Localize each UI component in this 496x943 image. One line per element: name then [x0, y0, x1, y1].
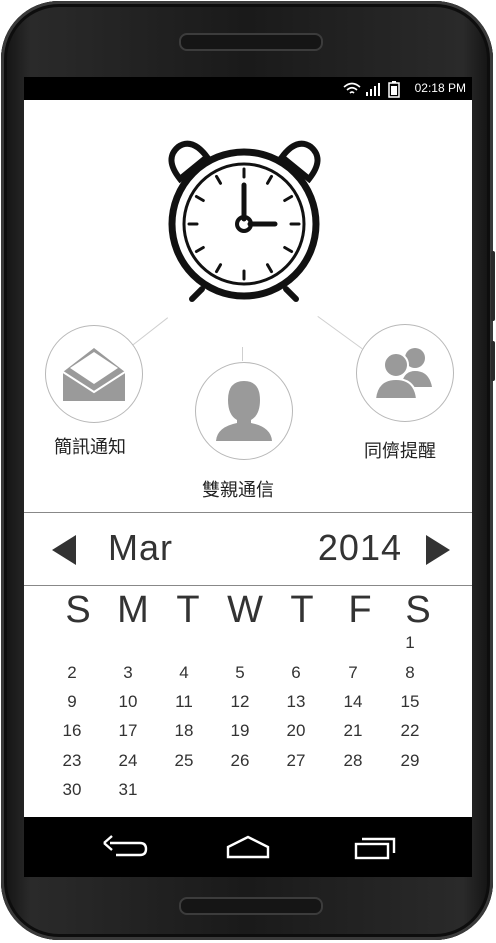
calendar-day[interactable]: 28: [333, 751, 373, 771]
weekday-sun: S: [65, 589, 91, 631]
calendar-day[interactable]: 20: [276, 721, 316, 741]
peer-reminder-label: 同儕提醒: [364, 441, 436, 462]
back-icon[interactable]: [102, 833, 148, 861]
weekday-wed: W: [227, 589, 263, 631]
calendar-day[interactable]: 29: [390, 751, 430, 771]
calendar-day[interactable]: 4: [164, 663, 204, 683]
calendar-day[interactable]: 7: [333, 663, 373, 683]
status-bar: 02:18 PM: [24, 77, 472, 100]
bottom-speaker: [179, 897, 323, 915]
power-button[interactable]: [491, 341, 495, 381]
calendar-day[interactable]: 27: [276, 751, 316, 771]
weekday-sat: S: [405, 589, 431, 631]
calendar-day[interactable]: 23: [52, 751, 92, 771]
battery-icon: [388, 81, 400, 98]
sms-notify-button[interactable]: [45, 325, 143, 423]
calendar-day[interactable]: 12: [220, 692, 260, 712]
home-icon[interactable]: [225, 833, 271, 861]
status-time: 02:18 PM: [414, 81, 466, 95]
weekday-tue: T: [176, 589, 200, 631]
calendar-day[interactable]: 6: [276, 663, 316, 683]
weekday-mon: M: [117, 589, 149, 631]
screen: 02:18 PM 簡訊通知 雙親通信 同儕提醒 Mar 2014 S M T W…: [24, 77, 472, 877]
volume-button[interactable]: [491, 251, 495, 321]
calendar-day[interactable]: 1: [390, 633, 430, 653]
navigation-bar: [24, 817, 472, 877]
calendar-day[interactable]: 19: [220, 721, 260, 741]
calendar-day[interactable]: 11: [164, 692, 204, 712]
connector-line: [317, 316, 363, 350]
calendar-day[interactable]: 2: [52, 663, 92, 683]
alarm-clock-icon: [168, 140, 321, 302]
calendar-header: Mar 2014: [24, 512, 472, 586]
calendar-month: Mar: [108, 527, 173, 568]
calendar-day[interactable]: 8: [390, 663, 430, 683]
weekday-row: S M T W T F S: [24, 585, 472, 635]
calendar-day[interactable]: 21: [333, 721, 373, 741]
calendar-day[interactable]: 14: [333, 692, 373, 712]
calendar-day[interactable]: 26: [220, 751, 260, 771]
calendar-day[interactable]: 10: [108, 692, 148, 712]
top-speaker: [179, 33, 323, 51]
weekday-thu: T: [290, 589, 314, 631]
recent-apps-icon[interactable]: [352, 833, 398, 861]
person-icon: [216, 381, 272, 441]
envelope-icon: [62, 348, 126, 401]
calendar-day[interactable]: 30: [52, 780, 92, 800]
calendar-day[interactable]: 18: [164, 721, 204, 741]
calendar-day[interactable]: 31: [108, 780, 148, 800]
sms-notify-label: 簡訊通知: [54, 437, 126, 458]
group-icon: [373, 348, 432, 400]
calendar-day[interactable]: 24: [108, 751, 148, 771]
calendar-day[interactable]: 16: [52, 721, 92, 741]
calendar-day[interactable]: 13: [276, 692, 316, 712]
calendar-day[interactable]: 25: [164, 751, 204, 771]
status-icons: [342, 80, 412, 101]
parent-contact-button[interactable]: [195, 362, 293, 460]
calendar-day[interactable]: 9: [52, 692, 92, 712]
calendar-day[interactable]: 17: [108, 721, 148, 741]
peer-reminder-button[interactable]: [356, 324, 454, 422]
calendar-day[interactable]: 22: [390, 721, 430, 741]
calendar-day[interactable]: 3: [108, 663, 148, 683]
next-month-icon[interactable]: [426, 535, 450, 565]
weekday-fri: F: [348, 589, 372, 631]
prev-month-icon[interactable]: [52, 535, 76, 565]
signal-icon: [366, 83, 380, 96]
calendar-year: 2014: [317, 527, 402, 568]
calendar-day[interactable]: 5: [220, 663, 260, 683]
parent-contact-label: 雙親通信: [202, 480, 274, 501]
wifi-icon: [343, 82, 361, 94]
calendar-day[interactable]: 15: [390, 692, 430, 712]
connector-line: [242, 347, 243, 361]
